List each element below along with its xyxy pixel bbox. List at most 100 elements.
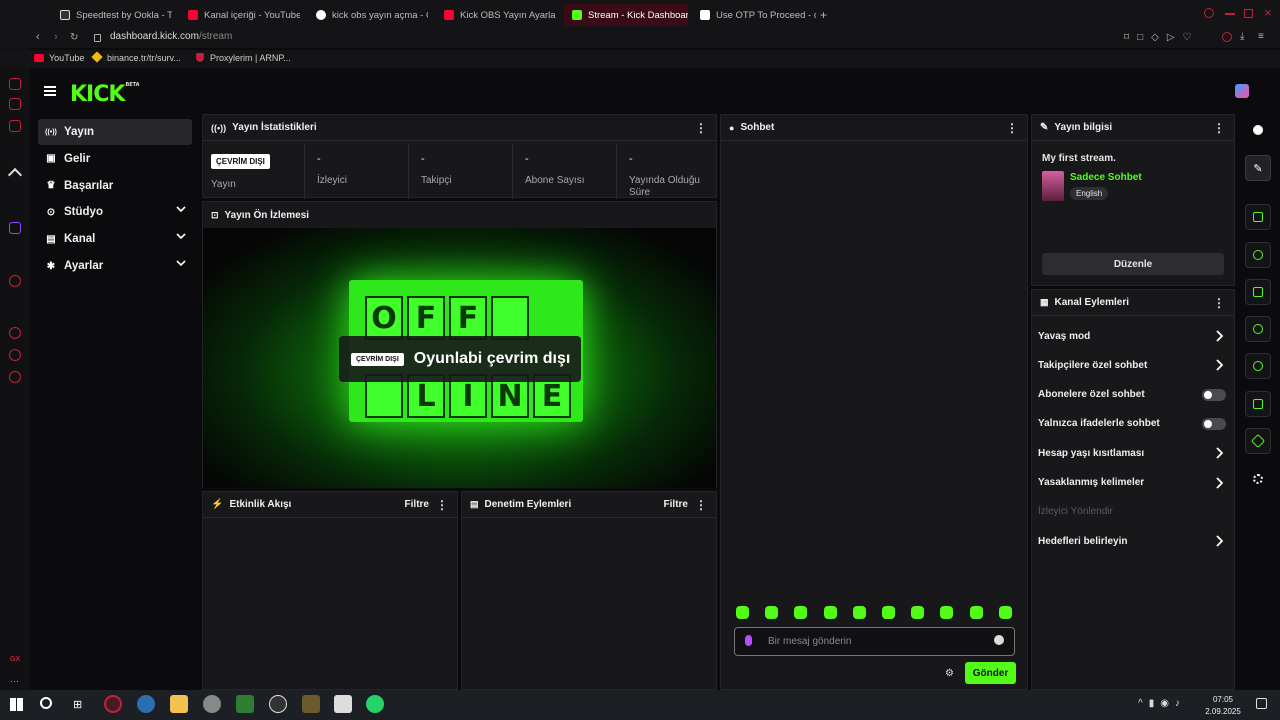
microphone-icon[interactable] (745, 635, 752, 646)
emote-icon[interactable] (852, 606, 866, 619)
task-view-icon[interactable]: ⊞ (73, 698, 82, 711)
chevron-right-icon[interactable] (1214, 476, 1224, 489)
tab-kick-dashboard[interactable]: Stream - Kick Dashboard (564, 4, 688, 26)
more-options-icon[interactable]: ⋮ (436, 498, 448, 512)
events-filter-button[interactable]: Filtre (405, 499, 429, 510)
more-options-icon[interactable]: ⋮ (1213, 296, 1225, 310)
rail-moderation-button[interactable] (1245, 279, 1271, 305)
chevron-down-icon[interactable] (176, 258, 186, 268)
app-taskbar-icon[interactable] (137, 695, 155, 713)
nav-item-4[interactable]: ▤ Kanal (38, 226, 192, 252)
opera-gx-taskbar-icon[interactable] (104, 695, 122, 713)
send-button[interactable]: Gönder (965, 662, 1016, 684)
folder-taskbar-icon[interactable] (170, 695, 188, 713)
tray-icons[interactable]: ^▮◉♪ (1138, 698, 1186, 709)
download-icon[interactable]: ⤓ (1240, 31, 1244, 42)
channel-action-item[interactable]: Yavaş mod (1038, 325, 1228, 347)
chevron-down-icon[interactable] (176, 231, 186, 241)
reload-icon[interactable]: ↻ (70, 32, 78, 43)
clock-date[interactable]: 2.09.2025 (1198, 707, 1248, 716)
rail-chat-button[interactable] (1245, 316, 1271, 342)
channel-action-item[interactable]: Yasaklanmış kelimeler (1038, 472, 1228, 494)
moderation-filter-button[interactable]: Filtre (664, 499, 688, 510)
channel-action-item[interactable]: Takipçilere özel sohbet (1038, 354, 1228, 376)
chevron-right-icon[interactable] (1214, 447, 1224, 459)
notification-icon[interactable] (1256, 698, 1267, 709)
extensions-icon[interactable] (9, 349, 21, 361)
emote-icon[interactable] (823, 606, 837, 619)
app-taskbar-icon[interactable] (203, 695, 221, 713)
settings-icon[interactable] (9, 371, 21, 383)
nav-item-5[interactable]: ✱ Ayarlar (38, 253, 192, 279)
minimize-icon[interactable] (1225, 13, 1235, 15)
chevron-right-icon[interactable] (1214, 535, 1224, 547)
toggle-switch[interactable] (1202, 388, 1226, 401)
rail-tools-button[interactable] (1245, 428, 1271, 454)
channel-action-item[interactable]: Abonelere özel sohbet (1038, 384, 1228, 406)
tab-speedtest[interactable]: Speedtest by Ookla - The (52, 4, 172, 26)
messenger-icon[interactable] (9, 98, 21, 110)
profile-icon[interactable] (1222, 32, 1232, 42)
forward-icon[interactable]: › (54, 31, 58, 43)
toggle-switch[interactable] (1202, 417, 1226, 430)
widgets-icon[interactable] (1253, 474, 1263, 484)
nav-item-2[interactable]: ♛ Başarılar (38, 173, 192, 199)
more-icon[interactable]: ··· (10, 676, 19, 686)
hamburger-icon[interactable] (44, 86, 56, 96)
chevron-right-icon[interactable] (1214, 359, 1224, 371)
maximize-icon[interactable] (1244, 9, 1253, 18)
user-avatar[interactable] (1235, 84, 1249, 98)
url-field[interactable]: dashboard.kick.com/stream (110, 31, 232, 42)
chevron-down-icon[interactable] (176, 204, 186, 214)
bookmark-binance[interactable]: binance.tr/tr/surv... (107, 53, 181, 63)
tab-google[interactable]: kick obs yayın açma - Go (308, 4, 428, 26)
whatsapp-taskbar-icon[interactable] (366, 695, 384, 713)
emoji-icon[interactable] (994, 635, 1004, 645)
bookmark-proxy[interactable]: Proxylerim | ARNP... (210, 53, 291, 63)
search-icon[interactable] (40, 697, 52, 709)
channel-action-item[interactable]: Hesap yaşı kısıtlaması (1038, 442, 1228, 464)
excel-taskbar-icon[interactable] (236, 695, 254, 713)
info-icon[interactable] (1253, 125, 1263, 135)
more-options-icon[interactable]: ⋮ (695, 121, 707, 135)
edit-button[interactable]: Düzenle (1042, 253, 1224, 275)
nav-item-1[interactable]: ▣ Gelir (38, 146, 192, 172)
windows-start-icon[interactable] (10, 698, 23, 711)
close-icon[interactable]: × (1264, 5, 1272, 20)
toolbar-icons[interactable]: ⌑□◇▷♡ (1124, 32, 1200, 43)
bookmark-youtube[interactable]: YouTube (49, 53, 84, 63)
instagram-icon[interactable] (9, 120, 21, 132)
emote-icon[interactable] (736, 606, 749, 619)
tab-youtube[interactable]: Kanal içeriği - YouTube St (180, 4, 300, 26)
emote-icon[interactable] (911, 606, 925, 619)
back-icon[interactable]: ‹ (36, 31, 40, 43)
emote-icon[interactable] (998, 606, 1012, 619)
kick-side-icon[interactable] (7, 167, 23, 183)
emote-icon[interactable] (969, 606, 983, 619)
category-link[interactable]: Sadece Sohbet (1070, 172, 1142, 183)
menu-icon[interactable]: ≡ (1258, 31, 1264, 42)
emote-icon[interactable] (882, 606, 895, 619)
rail-broadcast-button[interactable] (1245, 353, 1271, 379)
more-options-icon[interactable]: ⋮ (1006, 121, 1018, 135)
app-taskbar-icon[interactable] (334, 695, 352, 713)
chat-input[interactable]: Bir mesaj gönderin (734, 627, 1015, 656)
emote-icon[interactable] (940, 606, 954, 619)
obs-taskbar-icon[interactable] (269, 695, 287, 713)
tab-otp[interactable]: Use OTP To Proceed - ori (692, 4, 816, 26)
more-options-icon[interactable]: ⋮ (1213, 121, 1225, 135)
emote-icon[interactable] (794, 606, 808, 619)
rail-edit-button[interactable]: ✎ (1245, 155, 1271, 181)
emote-icon[interactable] (765, 606, 779, 619)
chevron-right-icon[interactable] (1214, 330, 1224, 342)
channel-action-item[interactable]: Hedefleri belirleyin (1038, 530, 1228, 552)
rail-events-button[interactable] (1245, 242, 1271, 268)
aria-icon[interactable] (9, 78, 21, 90)
rail-layout-button[interactable] (1245, 391, 1271, 417)
search-icon[interactable] (1204, 8, 1214, 18)
clock-time[interactable]: 07:05 (1206, 695, 1240, 704)
more-options-icon[interactable]: ⋮ (695, 498, 707, 512)
app-taskbar-icon[interactable] (302, 695, 320, 713)
player-icon[interactable] (9, 275, 21, 287)
tab-kick-obs[interactable]: Kick OBS Yayın Ayarları N (436, 4, 556, 26)
